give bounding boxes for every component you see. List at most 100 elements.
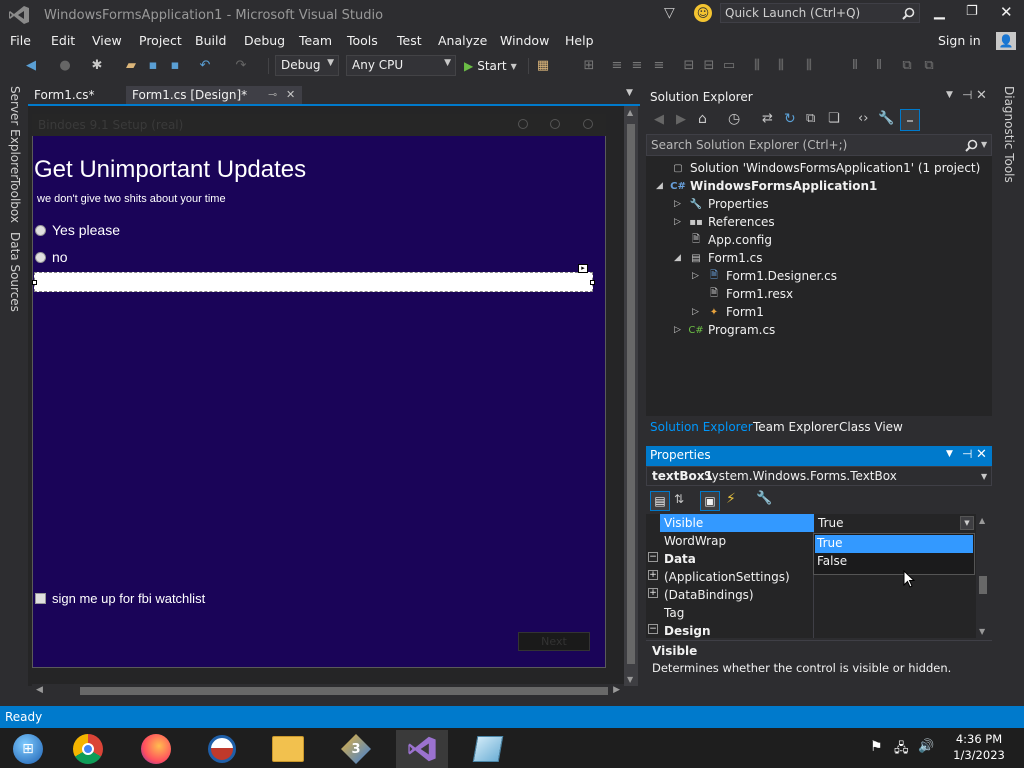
send-to-back-icon[interactable]: ⧉ (920, 56, 938, 74)
forward-icon[interactable]: ▶ (676, 112, 686, 127)
collapsed-arrow-icon[interactable]: ▷ (692, 271, 706, 281)
checkbox-watchlist[interactable]: sign me up for fbi watchlist (35, 591, 205, 606)
restore-icon[interactable]: ❐ (966, 4, 978, 19)
menu-window[interactable]: Window (500, 33, 549, 48)
close-icon[interactable]: ✕ (1000, 3, 1013, 21)
radio-no[interactable]: no (35, 249, 68, 265)
toolbox-tab[interactable]: Toolbox (8, 178, 22, 223)
menu-build[interactable]: Build (195, 33, 226, 48)
solution-platform-dropdown[interactable]: Any CPU ▼ (346, 55, 456, 76)
designer-vertical-scrollbar[interactable]: ▲ ▼ (624, 106, 638, 686)
undo-icon[interactable]: ↶ (196, 56, 214, 74)
start-button[interactable]: ▶ Start ▼ (464, 57, 517, 75)
property-row-data-bindings[interactable]: + (DataBindings) (646, 586, 976, 604)
menu-help[interactable]: Help (565, 33, 594, 48)
solution-explorer-search-input[interactable]: Search Solution Explorer (Ctrl+;) ▼ (646, 134, 992, 156)
obama-logo-icon[interactable] (196, 730, 248, 768)
save-icon[interactable]: ▪ (144, 56, 162, 74)
sign-in-link[interactable]: Sign in (938, 33, 981, 48)
menu-edit[interactable]: Edit (51, 33, 75, 48)
expanded-arrow-icon[interactable]: ◢ (674, 253, 688, 263)
textbox1[interactable] (34, 272, 593, 292)
close-icon[interactable]: ✕ (976, 447, 987, 462)
redo-icon[interactable]: ↷ (232, 56, 250, 74)
tree-item-program-cs[interactable]: ▷ C# Program.cs (674, 321, 775, 339)
refresh-icon[interactable]: ↻ (784, 111, 796, 127)
resize-handle-left[interactable] (32, 280, 37, 285)
align-middles-icon[interactable]: ⊟ (680, 56, 698, 74)
object-selector-dropdown[interactable]: textBox1 System.Windows.Forms.TextBox ▼ (646, 466, 992, 486)
align-bottoms-icon[interactable]: ⊟ (700, 56, 718, 74)
menu-view[interactable]: View (92, 33, 122, 48)
network-icon[interactable]: 🖧 (894, 739, 909, 761)
make-same-size-icon[interactable]: ▭ (720, 56, 738, 74)
scroll-thumb[interactable] (627, 124, 635, 664)
account-icon[interactable]: 👤 (996, 32, 1016, 50)
property-category-design[interactable]: − Design (646, 622, 976, 638)
tree-item-form1-cs[interactable]: ◢ ▤ Form1.cs (674, 249, 763, 267)
tab-overflow-icon[interactable]: ▼ (626, 88, 633, 98)
property-row-visible[interactable]: Visible True ▼ (646, 514, 976, 532)
properties-view-icon[interactable]: ▣ (700, 491, 720, 511)
firefox-icon[interactable] (130, 730, 182, 768)
pin-icon[interactable]: ⊸ (268, 88, 277, 101)
navigate-forward-icon[interactable]: ● (56, 56, 74, 74)
open-file-icon[interactable]: ▰ (122, 56, 140, 74)
file-explorer-icon[interactable] (262, 730, 314, 768)
menu-tools[interactable]: Tools (347, 33, 378, 48)
align-rights-icon[interactable]: ≡ (628, 56, 646, 74)
events-lightning-icon[interactable]: ⚡ (726, 491, 736, 507)
categorized-icon[interactable]: ▤ (650, 491, 670, 511)
resize-handle-right[interactable] (590, 280, 595, 285)
dropdown-arrow-icon[interactable]: ▼ (960, 516, 974, 530)
tab-team-explorer[interactable]: Team Explorer (753, 420, 839, 434)
bring-to-front-icon[interactable]: ⧉ (898, 56, 916, 74)
designer-horizontal-scrollbar[interactable]: ◀ ▶ (32, 684, 624, 698)
minimize-icon[interactable]: ▁ (934, 4, 945, 20)
new-project-icon[interactable]: ✱ (88, 56, 106, 74)
pending-changes-filter-icon[interactable]: ◷ (728, 111, 740, 127)
collapsed-arrow-icon[interactable]: ▷ (692, 307, 706, 317)
tab-solution-explorer[interactable]: Solution Explorer (650, 420, 753, 434)
menu-debug[interactable]: Debug (244, 33, 285, 48)
vertical-spacing-icon[interactable]: ⫼ (800, 56, 818, 74)
toolbox-icon[interactable]: ▦ (534, 56, 552, 74)
navigate-back-icon[interactable]: ◀ (22, 56, 40, 74)
visual-studio-taskbar-icon[interactable] (396, 730, 448, 768)
windows-3-icon[interactable]: 3 (330, 730, 382, 768)
center-horizontally-icon[interactable]: ⫴ (846, 56, 864, 74)
form-heading[interactable]: Get Unimportant Updates (34, 156, 306, 184)
menu-project[interactable]: Project (139, 33, 182, 48)
menu-test[interactable]: Test (397, 33, 422, 48)
menu-analyze[interactable]: Analyze (438, 33, 487, 48)
action-center-flag-icon[interactable]: ⚑ (870, 739, 883, 755)
expand-property-icon[interactable]: + (648, 570, 658, 580)
properties-scrollbar[interactable]: ▲ ▼ (976, 514, 990, 638)
window-position-icon[interactable]: ▼ (946, 90, 953, 100)
collapsed-arrow-icon[interactable]: ▷ (674, 199, 688, 209)
property-row-tag[interactable]: Tag (646, 604, 976, 622)
collapse-all-icon[interactable]: ⧉ (806, 111, 815, 126)
start-button-icon[interactable]: ⊞ (2, 730, 54, 768)
increase-spacing-icon[interactable]: ⫼ (772, 56, 790, 74)
server-explorer-tab[interactable]: Server Explorer (8, 86, 22, 179)
chrome-icon[interactable] (62, 730, 114, 768)
collapsed-arrow-icon[interactable]: ▷ (674, 217, 688, 227)
align-tops-icon[interactable]: ≡ (650, 56, 668, 74)
pin-icon[interactable]: ⊣ (962, 447, 972, 461)
collapse-category-icon[interactable]: − (648, 624, 658, 634)
horizontal-spacing-icon[interactable]: ⫼ (748, 56, 766, 74)
data-sources-tab[interactable]: Data Sources (8, 232, 22, 312)
collapse-category-icon[interactable]: − (648, 552, 658, 562)
pin-icon[interactable]: ⊣ (962, 88, 972, 102)
scroll-thumb[interactable] (979, 576, 987, 594)
scroll-thumb[interactable] (80, 687, 608, 695)
dropdown-option-false[interactable]: False (815, 553, 973, 571)
tab-form1-cs[interactable]: Form1.cs* (28, 86, 122, 106)
close-tab-icon[interactable]: ✕ (286, 88, 295, 101)
tree-item-solution[interactable]: ▢ Solution 'WindowsFormsApplication1' (1… (656, 159, 980, 177)
collapsed-arrow-icon[interactable]: ▷ (674, 325, 688, 335)
center-vertically-icon[interactable]: ⫴ (870, 56, 888, 74)
align-lefts-icon[interactable]: ⊞ (580, 56, 598, 74)
close-icon[interactable]: ✕ (976, 88, 987, 103)
